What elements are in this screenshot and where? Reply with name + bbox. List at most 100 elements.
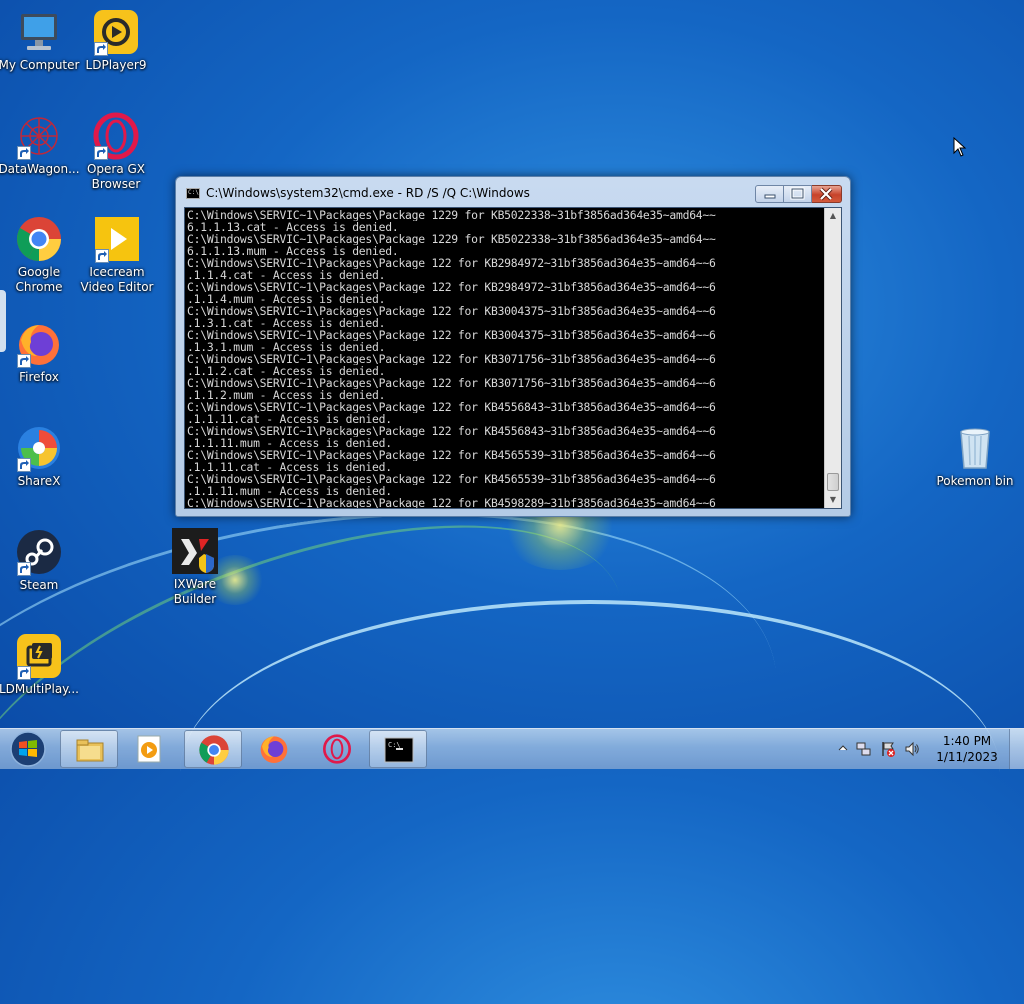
- desktop-icon-label: ShareX: [17, 474, 61, 488]
- desktop-icon-label: Icecream Video Editor: [80, 265, 154, 294]
- clock[interactable]: 1:40 PM 1/11/2023: [932, 733, 1002, 765]
- taskbar: C:\ 1:40 PM 1/11/2023: [0, 728, 1024, 769]
- console-line: .1.1.4.cat - Access is denied.: [187, 269, 386, 281]
- scroll-up-arrow-icon[interactable]: ▲: [825, 208, 841, 224]
- console-line: C:\Windows\SERVIC~1\Packages\Package_122…: [187, 353, 716, 365]
- desktop-icon-my-computer[interactable]: My Computer: [0, 8, 81, 73]
- console-output[interactable]: C:\Windows\SERVIC~1\Packages\Package_122…: [184, 207, 842, 509]
- shortcut-arrow-icon: [17, 458, 31, 472]
- console-lines: C:\Windows\SERVIC~1\Packages\Package_122…: [187, 209, 825, 509]
- console-line: .1.1.2.cat - Access is denied.: [187, 365, 386, 377]
- desktop-icon-label: DataWagon...: [0, 162, 80, 176]
- scrollbar-thumb[interactable]: [827, 473, 839, 491]
- console-line: C:\Windows\SERVIC~1\Packages\Package_122…: [187, 425, 716, 437]
- system-tray: 1:40 PM 1/11/2023: [834, 729, 1024, 769]
- cmd-window-titlebar[interactable]: C:\ C:\Windows\system32\cmd.exe - RD /S …: [176, 177, 850, 207]
- desktop-icon-google-chrome[interactable]: Google Chrome: [0, 215, 81, 295]
- vertical-scrollbar[interactable]: ▲ ▼: [824, 208, 841, 508]
- taskbar-firefox[interactable]: [245, 730, 303, 768]
- console-line: .1.3.1.mum - Access is denied.: [187, 341, 386, 353]
- sharex-icon: [15, 424, 63, 472]
- desktop-icon-label: LDPlayer9: [85, 58, 147, 72]
- console-line: C:\Windows\SERVIC~1\Packages\Package_122…: [187, 449, 716, 461]
- desktop-icon-ldplayer9[interactable]: LDPlayer9: [74, 8, 158, 73]
- opera-gx-icon: [92, 112, 140, 160]
- mouse-cursor-icon: [953, 137, 967, 157]
- desktop-icon-steam[interactable]: Steam: [0, 528, 81, 593]
- maximize-button[interactable]: [784, 185, 812, 203]
- show-desktop-button[interactable]: [1009, 729, 1024, 769]
- desktop-icon-ldmultiplayer[interactable]: LDMultiPlay...: [0, 632, 81, 697]
- desktop-icon-datawagon[interactable]: DataWagon...: [0, 112, 81, 177]
- close-icon: [819, 187, 833, 201]
- taskbar-icecream-video-editor[interactable]: [121, 730, 179, 768]
- ixware-icon: [171, 527, 219, 575]
- desktop-icon-label: Google Chrome: [15, 265, 63, 294]
- desktop-icon-sharex[interactable]: ShareX: [0, 424, 81, 489]
- shortcut-arrow-icon: [17, 146, 31, 160]
- desktop-icon-firefox[interactable]: Firefox: [0, 320, 81, 385]
- scroll-down-arrow-icon[interactable]: ▼: [825, 492, 841, 508]
- action-center-flag-icon[interactable]: [880, 741, 896, 757]
- console-line: 6.1.1.13.cat - Access is denied.: [187, 221, 399, 233]
- firefox-icon: [260, 736, 288, 763]
- desktop-icon-label: Steam: [19, 578, 59, 592]
- console-line: C:\Windows\SERVIC~1\Packages\Package_122…: [187, 233, 716, 245]
- clock-time: 1:40 PM: [942, 734, 992, 748]
- cmd-icon: C:\: [186, 188, 200, 199]
- clock-date: 1/11/2023: [936, 750, 998, 764]
- console-line: .1.1.11.cat - Access is denied.: [187, 461, 392, 473]
- datawagon-icon: [15, 112, 63, 160]
- chrome-icon: [199, 735, 229, 765]
- console-line: C:\Windows\SERVIC~1\Packages\Package_122…: [187, 497, 716, 509]
- firefox-icon: [15, 320, 63, 368]
- shortcut-arrow-icon: [17, 666, 31, 680]
- console-line: .1.1.11.mum - Access is denied.: [187, 485, 392, 497]
- maximize-icon: [790, 187, 805, 200]
- ldplayer-icon: [92, 8, 140, 56]
- shortcut-arrow-icon: [17, 562, 31, 576]
- console-line: C:\Windows\SERVIC~1\Packages\Package_122…: [187, 305, 716, 317]
- shortcut-arrow-icon: [17, 354, 31, 368]
- desktop-icon-icecream-video-editor[interactable]: Icecream Video Editor: [75, 215, 159, 295]
- windows-orb-icon: [10, 731, 46, 767]
- shortcut-arrow-icon: [94, 146, 108, 160]
- folder-icon: [76, 739, 104, 762]
- ldmultiplayer-icon: [15, 632, 63, 680]
- cmd-window[interactable]: C:\ C:\Windows\system32\cmd.exe - RD /S …: [175, 176, 851, 517]
- console-line: .1.1.11.mum - Access is denied.: [187, 437, 392, 449]
- console-line: C:\Windows\SERVIC~1\Packages\Package_122…: [187, 401, 716, 413]
- desktop-icon-label: Opera GX Browser: [86, 162, 146, 191]
- desktop-icon-recycle-bin[interactable]: Pokemon bin: [933, 424, 1017, 489]
- console-line: C:\Windows\SERVIC~1\Packages\Package_122…: [187, 329, 716, 341]
- console-line: C:\Windows\SERVIC~1\Packages\Package_122…: [187, 281, 716, 293]
- show-hidden-icons-chevron-icon[interactable]: [838, 743, 848, 753]
- computer-icon: [15, 8, 63, 56]
- cmd-window-title: C:\Windows\system32\cmd.exe - RD /S /Q C…: [206, 186, 530, 200]
- desktop-icon-label: LDMultiPlay...: [0, 682, 79, 696]
- network-icon[interactable]: [856, 741, 872, 757]
- desktop-icon-opera-gx[interactable]: Opera GX Browser: [74, 112, 158, 192]
- taskbar-google-chrome[interactable]: [184, 730, 242, 768]
- chrome-icon: [15, 215, 63, 263]
- taskbar-windows-explorer[interactable]: [60, 730, 118, 768]
- console-line: .1.3.1.cat - Access is denied.: [187, 317, 386, 329]
- opera-gx-icon: [323, 734, 351, 764]
- close-button[interactable]: [812, 185, 842, 203]
- shortcut-arrow-icon: [95, 249, 109, 263]
- console-line: C:\Windows\SERVIC~1\Packages\Package_122…: [187, 209, 716, 221]
- taskbar-opera-gx[interactable]: [308, 730, 366, 768]
- icecream-video-editor-icon: [93, 215, 141, 263]
- recycle-bin-icon: [951, 424, 999, 472]
- steam-icon: [15, 528, 63, 576]
- start-button[interactable]: [4, 730, 52, 768]
- cmd-icon: C:\: [384, 737, 414, 763]
- volume-icon[interactable]: [904, 741, 920, 757]
- taskbar-cmd[interactable]: C:\: [369, 730, 427, 768]
- minimize-icon: [764, 194, 776, 199]
- minimize-button[interactable]: [755, 185, 784, 203]
- console-line: .1.1.11.cat - Access is denied.: [187, 413, 392, 425]
- shortcut-arrow-icon: [94, 42, 108, 56]
- desktop-icon-ixware-builder[interactable]: IXWare Builder: [153, 527, 237, 607]
- svg-text:C:\: C:\: [388, 741, 401, 749]
